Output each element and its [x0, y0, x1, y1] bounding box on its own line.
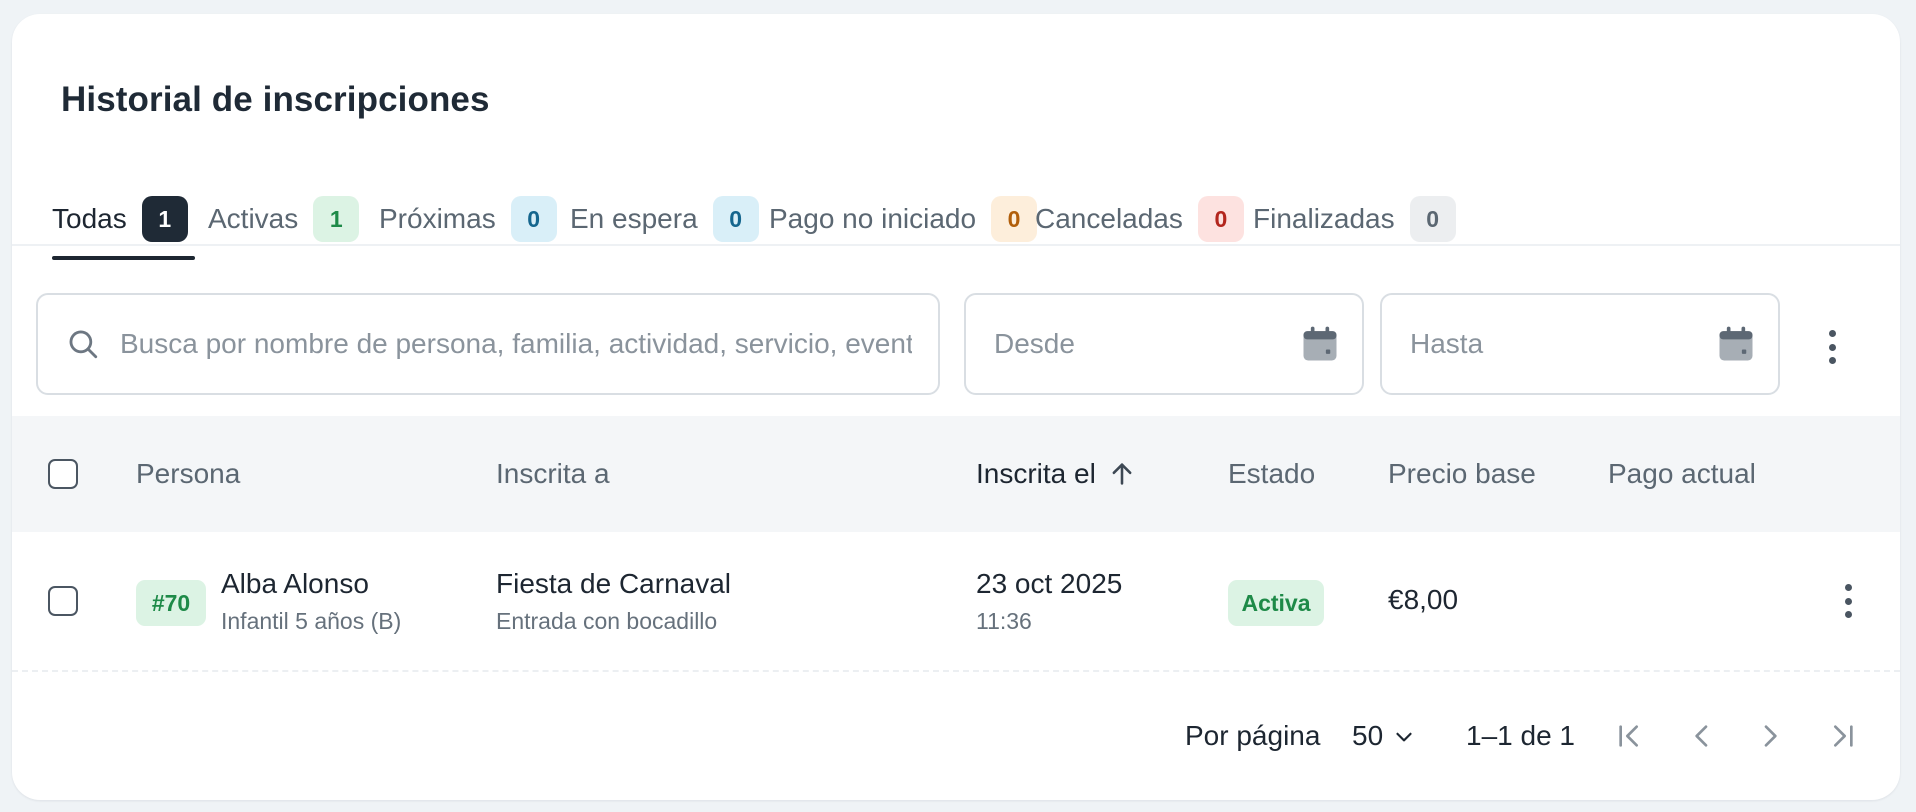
- date-to-field[interactable]: [1380, 293, 1780, 395]
- search-field[interactable]: [36, 293, 940, 395]
- person-id-badge: #70: [136, 580, 206, 626]
- column-header-pago-actual[interactable]: Pago actual: [1608, 416, 1756, 532]
- page-title: Historial de inscripciones: [61, 80, 490, 119]
- activity-cell: Fiesta de Carnaval Entrada con bocadillo: [496, 568, 731, 635]
- tab-proximas[interactable]: Próximas 0: [379, 186, 557, 252]
- first-page-icon[interactable]: [1610, 716, 1650, 756]
- column-header-persona[interactable]: Persona: [136, 416, 240, 532]
- person-cell: Alba Alonso Infantil 5 años (B): [221, 568, 401, 635]
- tab-count-badge: 0: [712, 196, 759, 242]
- last-page-icon[interactable]: [1822, 716, 1862, 756]
- pagination-bar: Por página 50 1–1 de 1: [12, 672, 1900, 800]
- date-from-input[interactable]: [992, 327, 1298, 361]
- registration-time: 11:36: [976, 608, 1032, 634]
- chevron-down-icon: [1391, 723, 1417, 749]
- activity-detail: Entrada con bocadillo: [496, 608, 718, 634]
- search-input[interactable]: [118, 327, 914, 361]
- more-vertical-icon[interactable]: [1826, 330, 1838, 364]
- tab-label: Canceladas: [1035, 203, 1183, 234]
- tab-label: Todas: [52, 203, 127, 234]
- column-header-estado[interactable]: Estado: [1228, 416, 1315, 532]
- tab-count-badge: 1: [313, 196, 360, 242]
- tab-count-badge: 0: [1197, 196, 1244, 242]
- table-header: Persona Inscrita a Inscrita el Estado Pr…: [12, 416, 1900, 532]
- tab-en-espera[interactable]: En espera 0: [570, 186, 759, 252]
- status-tabs: Todas 1 Activas 1 Próximas 0 En espera 0…: [52, 186, 1900, 262]
- search-icon: [66, 327, 100, 361]
- base-price: €8,00: [1388, 584, 1459, 615]
- person-name[interactable]: Alba Alonso: [221, 568, 401, 600]
- column-header-precio-base[interactable]: Precio base: [1388, 416, 1536, 532]
- table-row[interactable]: #70 Alba Alonso Infantil 5 años (B) Fies…: [12, 532, 1900, 672]
- arrow-up-icon: [1108, 460, 1136, 488]
- per-page-label: Por página: [1185, 720, 1321, 751]
- registration-date: 23 oct 2025: [976, 568, 1123, 599]
- previous-page-icon[interactable]: [1682, 716, 1722, 756]
- row-more-vertical-icon[interactable]: [1842, 584, 1854, 618]
- activity-name[interactable]: Fiesta de Carnaval: [496, 568, 731, 600]
- column-header-label: Inscrita el: [976, 458, 1096, 489]
- next-page-icon[interactable]: [1750, 716, 1790, 756]
- per-page-select[interactable]: 50: [1352, 672, 1417, 800]
- tab-count-badge: 0: [510, 196, 557, 242]
- active-tab-indicator: [52, 256, 195, 260]
- column-header-inscrita-el[interactable]: Inscrita el: [976, 416, 1136, 532]
- tab-label: En espera: [570, 203, 698, 234]
- tab-label: Finalizadas: [1253, 203, 1395, 234]
- tab-activas[interactable]: Activas 1: [208, 186, 360, 252]
- column-header-inscrita-a[interactable]: Inscrita a: [496, 416, 610, 532]
- pagination-range: 1–1 de 1: [1466, 720, 1575, 751]
- calendar-icon[interactable]: [1298, 322, 1342, 366]
- person-group: Infantil 5 años (B): [221, 608, 402, 634]
- status-badge: Activa: [1228, 580, 1324, 626]
- date-cell: 23 oct 2025 11:36: [976, 568, 1122, 635]
- tab-label: Pago no iniciado: [769, 203, 977, 234]
- registrations-card: Historial de inscripciones Todas 1 Activ…: [12, 14, 1900, 800]
- tab-count-badge: 0: [1409, 196, 1456, 242]
- tab-todas[interactable]: Todas 1: [52, 186, 188, 252]
- tab-label: Activas: [208, 203, 299, 234]
- filters-bar: [12, 278, 1900, 398]
- calendar-icon[interactable]: [1714, 322, 1758, 366]
- tab-finalizadas[interactable]: Finalizadas 0: [1253, 186, 1456, 252]
- tab-label: Próximas: [379, 203, 496, 234]
- tab-count-badge: 0: [991, 196, 1038, 242]
- date-from-field[interactable]: [964, 293, 1364, 395]
- tab-pago-no-iniciado[interactable]: Pago no iniciado 0: [769, 186, 1038, 252]
- row-select-checkbox[interactable]: [48, 586, 78, 616]
- tab-canceladas[interactable]: Canceladas 0: [1035, 186, 1244, 252]
- select-all-checkbox[interactable]: [48, 459, 78, 489]
- date-to-input[interactable]: [1408, 327, 1714, 361]
- tabs-divider: [12, 244, 1900, 246]
- per-page-value: 50: [1352, 720, 1384, 751]
- tab-count-badge: 1: [141, 196, 188, 242]
